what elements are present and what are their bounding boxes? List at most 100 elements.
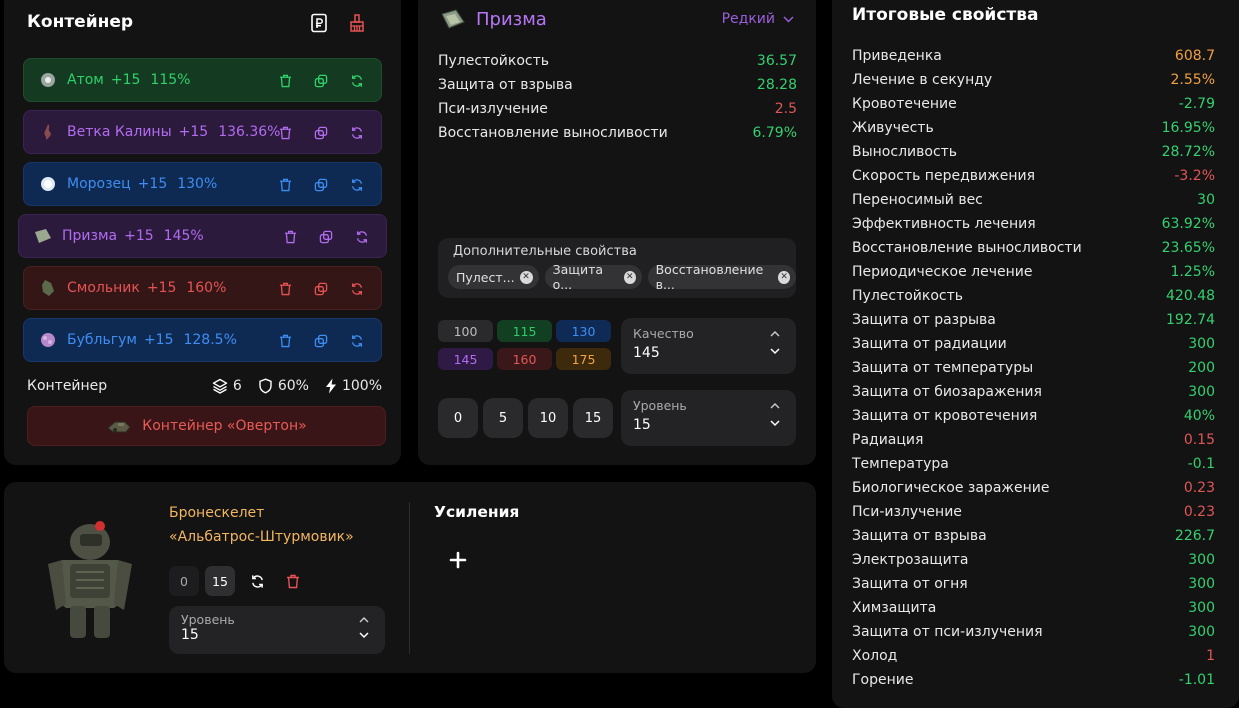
property-value: 28.28 <box>756 77 797 93</box>
artifact-row[interactable]: Бубльгум +15 128.5% <box>23 318 382 362</box>
level-select[interactable]: Уровень 15 <box>621 390 796 446</box>
total-row: Живучесть 16.95% <box>852 117 1215 141</box>
quality-preset-button[interactable]: 145 <box>438 348 493 370</box>
armor-level-preset-button[interactable]: 15 <box>205 566 235 596</box>
armor-level-select[interactable]: Уровень 15 <box>169 606 385 654</box>
level-preset-button[interactable]: 10 <box>528 398 568 438</box>
copy-icon[interactable] <box>311 123 331 143</box>
refresh-icon[interactable] <box>242 566 272 596</box>
slots-value: 6 <box>232 378 242 394</box>
copy-icon[interactable] <box>311 279 331 299</box>
layers-icon <box>212 378 228 394</box>
level-preset-button[interactable]: 5 <box>483 398 523 438</box>
trash-icon[interactable] <box>275 71 295 91</box>
artifact-row[interactable]: Смольник +15 160% <box>23 266 382 310</box>
quality-preset-button[interactable]: 130 <box>556 320 611 342</box>
chevron-down-icon[interactable] <box>770 348 780 356</box>
artifact-quality: 130% <box>177 176 218 192</box>
close-icon[interactable]: ✕ <box>778 270 790 284</box>
refresh-icon[interactable] <box>347 71 367 91</box>
total-name: Переносимый вес <box>852 192 983 208</box>
artifact-quality: 128.5% <box>183 332 237 348</box>
total-value: 300 <box>1188 576 1215 592</box>
artifact-icon <box>33 226 53 246</box>
total-row: Защита от пси-излучения 300 <box>852 621 1215 645</box>
quality-preset-button[interactable]: 175 <box>556 348 611 370</box>
trash-icon[interactable] <box>280 227 300 247</box>
container-stats: Контейнер 6 60% 100% <box>27 378 382 394</box>
level-preset-button[interactable]: 15 <box>573 398 613 438</box>
rarity-dropdown[interactable]: Редкий <box>722 11 794 27</box>
chip-label: Пулест... <box>456 269 515 285</box>
artifact-quality: 145% <box>163 228 204 244</box>
quality-preset-button[interactable]: 100 <box>438 320 493 342</box>
total-row: Защита от кровотечения 40% <box>852 405 1215 429</box>
total-value: 1.25% <box>1170 264 1215 280</box>
artifact-row[interactable]: Ветка Калины +15 136.36% <box>23 110 382 154</box>
level-preset-button[interactable]: 0 <box>438 398 478 438</box>
copy-icon[interactable] <box>316 227 336 247</box>
artifact-quality: 136.36% <box>218 124 281 140</box>
refresh-icon[interactable] <box>347 123 367 143</box>
trash-icon[interactable] <box>275 331 295 351</box>
total-row: Кровотечение -2.79 <box>852 93 1215 117</box>
plus-icon[interactable] <box>446 548 470 572</box>
artifact-row[interactable]: Морозец +15 130% <box>23 162 382 206</box>
total-value: 0.23 <box>1183 480 1215 496</box>
artifact-row[interactable]: Атом +15 115% <box>23 58 382 102</box>
trash-icon[interactable] <box>278 566 308 596</box>
refresh-icon[interactable] <box>347 331 367 351</box>
chevron-up-icon[interactable] <box>770 402 780 410</box>
quality-select[interactable]: Качество 145 <box>621 318 796 374</box>
chevron-down-icon[interactable] <box>770 420 780 428</box>
broom-icon[interactable] <box>347 13 367 33</box>
chevron-up-icon[interactable] <box>770 330 780 338</box>
refresh-icon[interactable] <box>347 279 367 299</box>
total-row: Защита от взрыва 226.7 <box>852 525 1215 549</box>
copy-icon[interactable] <box>311 71 331 91</box>
chevron-down-icon <box>783 15 794 23</box>
close-icon[interactable]: ✕ <box>623 270 636 284</box>
quality-select-value: 145 <box>633 345 660 361</box>
refresh-icon[interactable] <box>352 227 372 247</box>
copy-icon[interactable] <box>311 331 331 351</box>
total-value: 300 <box>1188 552 1215 568</box>
chevron-down-icon[interactable] <box>359 632 369 640</box>
quality-preset-button[interactable]: 115 <box>497 320 552 342</box>
total-value: 300 <box>1188 624 1215 640</box>
artifact-row[interactable]: Призма +15 145% <box>18 214 387 258</box>
total-value: 300 <box>1188 384 1215 400</box>
total-value: 300 <box>1188 600 1215 616</box>
total-row: Химзащита 300 <box>852 597 1215 621</box>
armor-level-preset-button[interactable]: 0 <box>169 566 199 596</box>
property-row: Пси-излучение 2.5 <box>438 99 797 123</box>
total-row: Пулестойкость 420.48 <box>852 285 1215 309</box>
total-row: Эффективность лечения 63.92% <box>852 213 1215 237</box>
ruble-document-icon[interactable] <box>309 13 329 33</box>
property-value: 2.5 <box>774 101 797 117</box>
total-row: Защита от биозаражения 300 <box>852 381 1215 405</box>
total-row: Лечение в секунду 2.55% <box>852 69 1215 93</box>
artifact-icon <box>38 70 58 90</box>
detail-property-list: Пулестойкость 36.57 Защита от взрыва 28.28 П… <box>438 51 797 147</box>
artifact-actions <box>275 71 367 91</box>
extra-property-chip[interactable]: Восстановление в... ✕ <box>647 262 796 292</box>
extra-property-chip[interactable]: Пулест... ✕ <box>448 265 539 289</box>
total-value: 0.15 <box>1183 432 1215 448</box>
refresh-icon[interactable] <box>347 175 367 195</box>
total-value: 30 <box>1197 192 1215 208</box>
artifact-level: +15 <box>146 280 177 296</box>
chevron-up-icon[interactable] <box>359 616 369 624</box>
total-name: Пси-излучение <box>852 504 962 520</box>
total-value: -3.2% <box>1174 168 1215 184</box>
property-value: 36.57 <box>756 53 797 69</box>
copy-icon[interactable] <box>311 175 331 195</box>
quality-preset-button[interactable]: 160 <box>497 348 552 370</box>
total-name: Живучесть <box>852 120 934 136</box>
extra-property-chip[interactable]: Защита о... ✕ <box>544 262 642 292</box>
trash-icon[interactable] <box>275 279 295 299</box>
container-overton-button[interactable]: Контейнер «Овертон» <box>27 406 386 446</box>
trash-icon[interactable] <box>275 123 295 143</box>
close-icon[interactable]: ✕ <box>519 270 533 284</box>
trash-icon[interactable] <box>275 175 295 195</box>
